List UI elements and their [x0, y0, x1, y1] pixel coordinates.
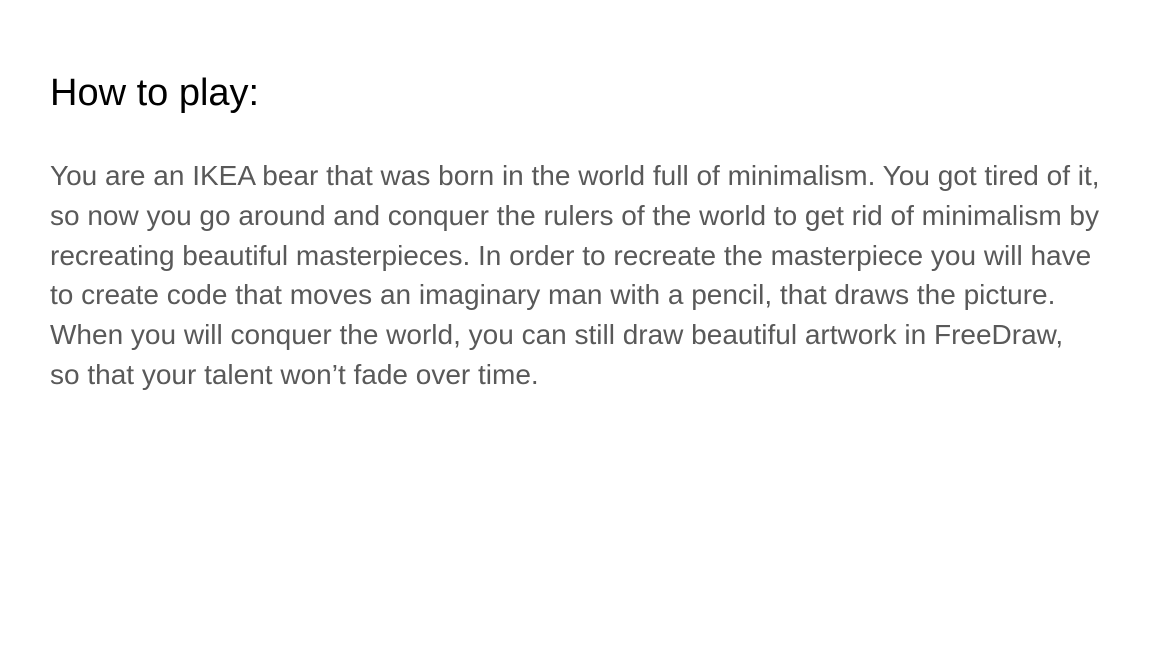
slide-title: How to play: [50, 72, 260, 114]
slide: How to play: You are an IKEA bear that w… [0, 0, 1150, 645]
instructions-text: You are an IKEA bear that was born in th… [50, 160, 1100, 390]
